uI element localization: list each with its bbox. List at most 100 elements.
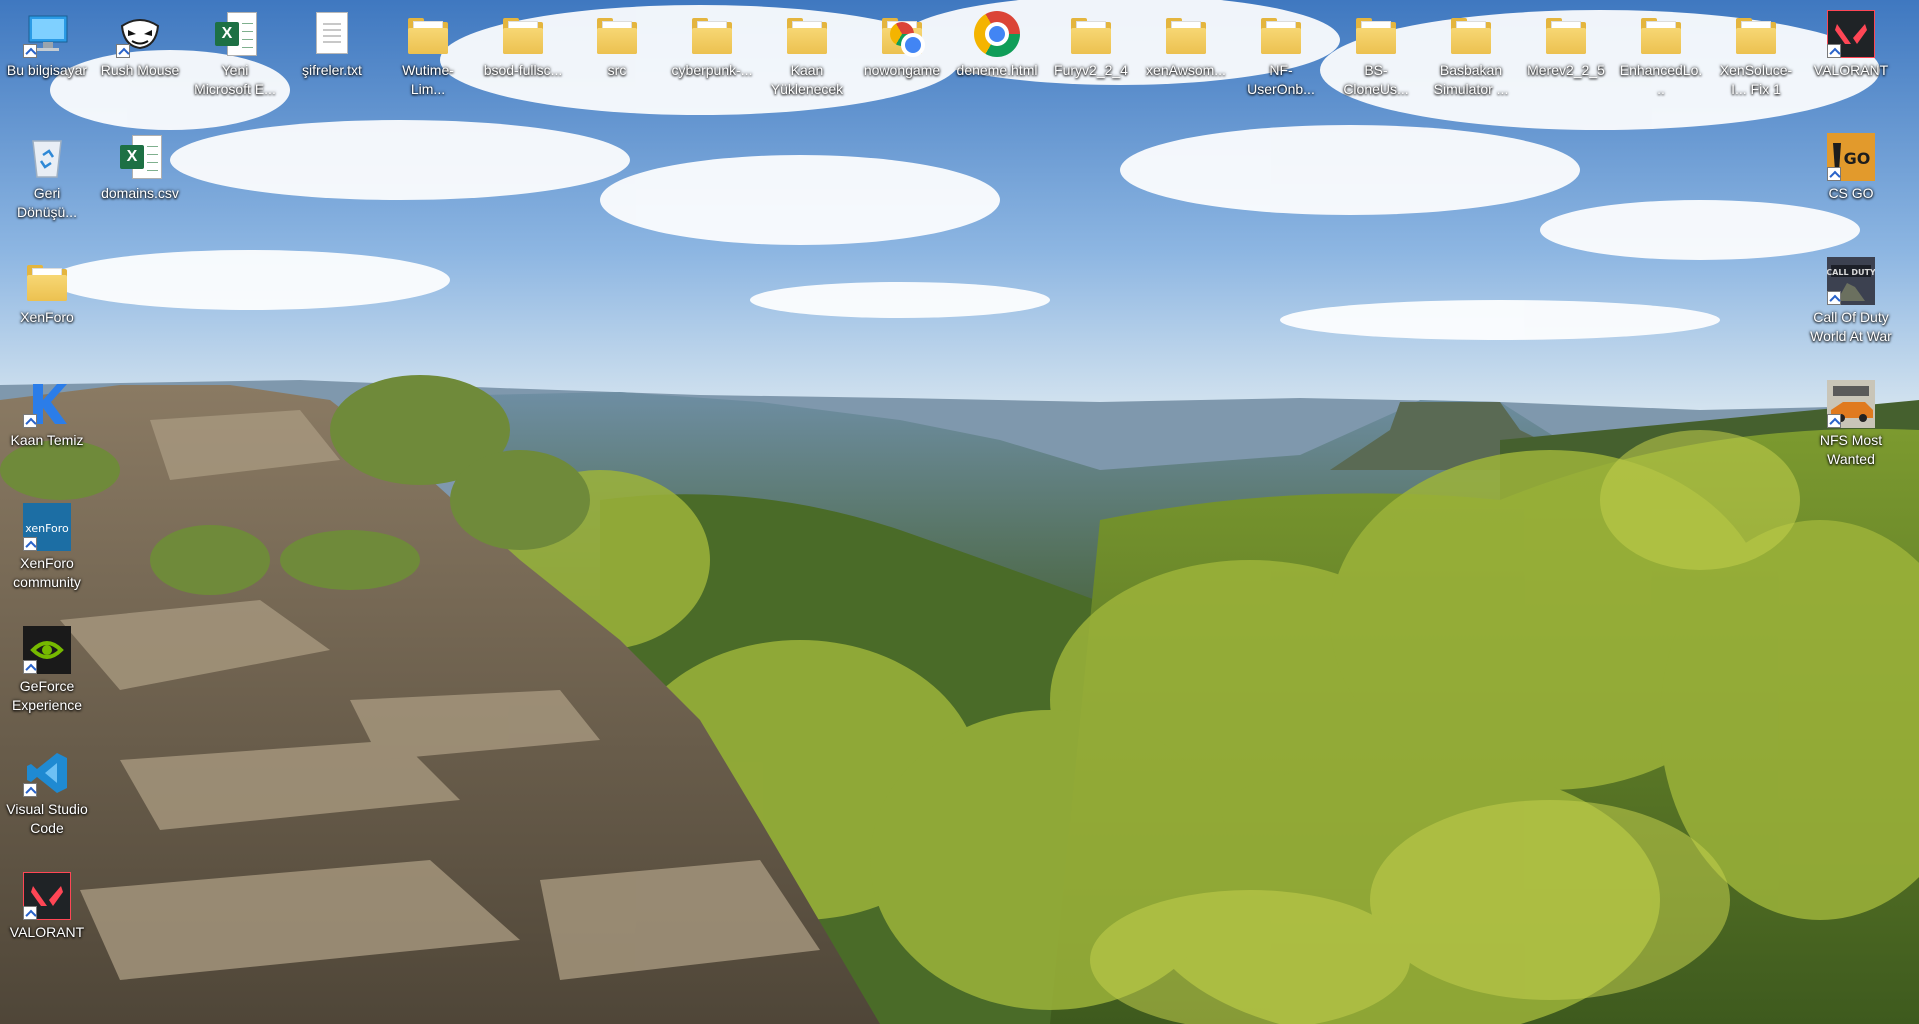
desktop-icon-rush-mouse[interactable]: Rush Mouse	[95, 4, 185, 80]
desktop-icon-label: XenSoluce-I... Fix 1	[1719, 62, 1793, 97]
desktop-icon-label: NFS Most Wanted	[1819, 432, 1883, 467]
desktop-icon-kaan-temiz[interactable]: Kaan Temiz	[2, 374, 92, 450]
desktop-icon-valorant-top[interactable]: VALORANT	[1806, 4, 1896, 80]
excel-icon: X	[211, 10, 259, 58]
desktop-icon-yeni-microsoft-excel[interactable]: X Yeni Microsoft E...	[190, 4, 280, 99]
folder-icon	[23, 257, 71, 305]
desktop-icon-merev2[interactable]: Merev2_2_5	[1521, 4, 1611, 80]
shortcut-arrow-icon	[1827, 167, 1841, 181]
desktop-icon-domains-csv[interactable]: X domains.csv	[95, 127, 185, 203]
desktop-icon-label: VALORANT	[9, 924, 85, 940]
csgo-icon: GO	[1827, 133, 1875, 181]
folder-icon	[1162, 10, 1210, 58]
desktop-icon-label: domains.csv	[101, 185, 179, 201]
vscode-icon	[23, 749, 71, 797]
folder-icon	[1637, 10, 1685, 58]
valorant-icon	[22, 871, 72, 921]
desktop-icon-xenforo[interactable]: XenForo	[2, 251, 92, 327]
folder-icon	[783, 10, 831, 58]
desktop-icon-label: BS-CloneUs...	[1343, 62, 1409, 97]
desktop-icon-xensoluce[interactable]: XenSoluce-I... Fix 1	[1711, 4, 1801, 99]
recycle-bin-icon	[23, 133, 71, 181]
desktop-icon-label: deneme.html	[956, 62, 1038, 78]
desktop-icon-label: Bu bilgisayar	[6, 62, 88, 78]
desktop-icon-cyberpunk[interactable]: cyberpunk-...	[667, 4, 757, 80]
desktop-icon-src[interactable]: src	[572, 4, 662, 80]
desktop-icon-enhancedlo[interactable]: EnhancedLo...	[1616, 4, 1706, 99]
shortcut-arrow-icon	[23, 906, 37, 920]
desktop-icon-basbakan-simulator[interactable]: Basbakan Simulator ...	[1426, 4, 1516, 99]
desktop-icon-label: bsod-fullsc...	[483, 62, 563, 78]
desktop-icon-xenawsom[interactable]: xenAwsom...	[1141, 4, 1231, 80]
nvidia-icon	[23, 626, 71, 674]
desktop-icon-bsod-fullsc[interactable]: bsod-fullsc...	[478, 4, 568, 80]
desktop-icon-geforce-experience[interactable]: GeForce Experience	[2, 620, 92, 715]
valorant-icon	[1826, 9, 1876, 59]
cod-icon: CALL DUTY	[1826, 257, 1876, 305]
shortcut-arrow-icon	[23, 44, 37, 58]
shortcut-arrow-icon	[23, 660, 37, 674]
folder-icon	[499, 10, 547, 58]
monitor-icon	[23, 10, 71, 58]
folder-icon	[1352, 10, 1400, 58]
desktop-icon-bs-cloneus[interactable]: BS-CloneUs...	[1331, 4, 1421, 99]
nfs-icon	[1827, 380, 1875, 428]
desktop-icon-label: Wutime-Lim...	[402, 62, 454, 97]
folder-icon	[1067, 10, 1115, 58]
folder-icon	[593, 10, 641, 58]
desktop-icon-visual-studio-code[interactable]: Visual Studio Code	[2, 743, 92, 838]
desktop-icon-label: Visual Studio Code	[6, 801, 88, 836]
text-file-icon	[308, 10, 356, 58]
desktop-icon-call-of-duty[interactable]: CALL DUTY Call Of Duty World At War	[1806, 251, 1896, 346]
desktop-icon-label: XenForo	[20, 309, 74, 325]
folder-icon	[404, 10, 452, 58]
folder-chrome-icon	[878, 10, 926, 58]
wallpaper-landscape	[0, 0, 1919, 1024]
svg-text:GO: GO	[1844, 149, 1871, 168]
svg-text:CALL DUTY: CALL DUTY	[1827, 268, 1875, 277]
desktop-icon-label: Kaan Yüklenecek	[770, 62, 844, 97]
desktop-icon-geri-donusum[interactable]: Geri Dönüşü...	[2, 127, 92, 222]
xenforo-icon: xenForo	[23, 503, 71, 551]
desktop-icon-label: şifreler.txt	[302, 62, 362, 78]
shortcut-arrow-icon	[1827, 291, 1841, 305]
desktop-icon-nfs-most-wanted[interactable]: NFS Most Wanted	[1806, 374, 1896, 469]
chrome-icon	[890, 22, 925, 57]
desktop-icon-label: XenForo community	[13, 555, 81, 590]
desktop-icon-furyv2[interactable]: Furyv2_2_4	[1046, 4, 1136, 80]
desktop-icon-label: NF-UserOnb...	[1247, 62, 1315, 97]
desktop-icon-label: cyberpunk-...	[671, 62, 753, 78]
shortcut-arrow-icon	[1827, 44, 1841, 58]
desktop-icon-sifreler-txt[interactable]: şifreler.txt	[287, 4, 377, 80]
chrome-icon	[973, 10, 1021, 58]
shortcut-arrow-icon	[23, 537, 37, 551]
desktop-icon-label: nowongame	[863, 62, 941, 78]
desktop-icon-label: xenAwsom...	[1146, 62, 1226, 78]
shortcut-arrow-icon	[1827, 414, 1841, 428]
desktop-icon-label: Kaan Temiz	[10, 432, 84, 448]
desktop-icon-nowongame[interactable]: nowongame	[857, 4, 947, 80]
desktop-icon-label: Basbakan Simulator ...	[1433, 62, 1509, 97]
desktop-icon-label: Geri Dönüşü...	[17, 185, 77, 220]
svg-text:xenForo: xenForo	[25, 522, 69, 535]
desktop-wallpaper	[0, 0, 1919, 1024]
desktop-icon-valorant-left[interactable]: VALORANT	[2, 866, 92, 942]
desktop-icon-label: EnhancedLo...	[1619, 62, 1703, 97]
folder-icon	[1447, 10, 1495, 58]
desktop-icon-label: CS GO	[1828, 185, 1874, 201]
folder-icon	[688, 10, 736, 58]
desktop-icon-deneme-html[interactable]: deneme.html	[952, 4, 1042, 80]
desktop-icon-kaan-yuklenecek[interactable]: Kaan Yüklenecek	[762, 4, 852, 99]
shortcut-arrow-icon	[116, 44, 130, 58]
desktop-icon-wutime-lim[interactable]: Wutime-Lim...	[383, 4, 473, 99]
folder-icon	[1542, 10, 1590, 58]
shortcut-arrow-icon	[23, 414, 37, 428]
k-app-icon	[23, 380, 71, 428]
desktop-icon-label: Rush Mouse	[100, 62, 180, 78]
desktop-icon-label: Call Of Duty World At War	[1810, 309, 1892, 344]
desktop-icon-cs-go[interactable]: GO CS GO	[1806, 127, 1896, 203]
desktop-icon-bu-bilgisayar[interactable]: Bu bilgisayar	[2, 4, 92, 80]
desktop-icon-xenforo-community[interactable]: xenForo XenForo community	[2, 497, 92, 592]
shortcut-arrow-icon	[23, 783, 37, 797]
desktop-icon-nf-useronb[interactable]: NF-UserOnb...	[1236, 4, 1326, 99]
